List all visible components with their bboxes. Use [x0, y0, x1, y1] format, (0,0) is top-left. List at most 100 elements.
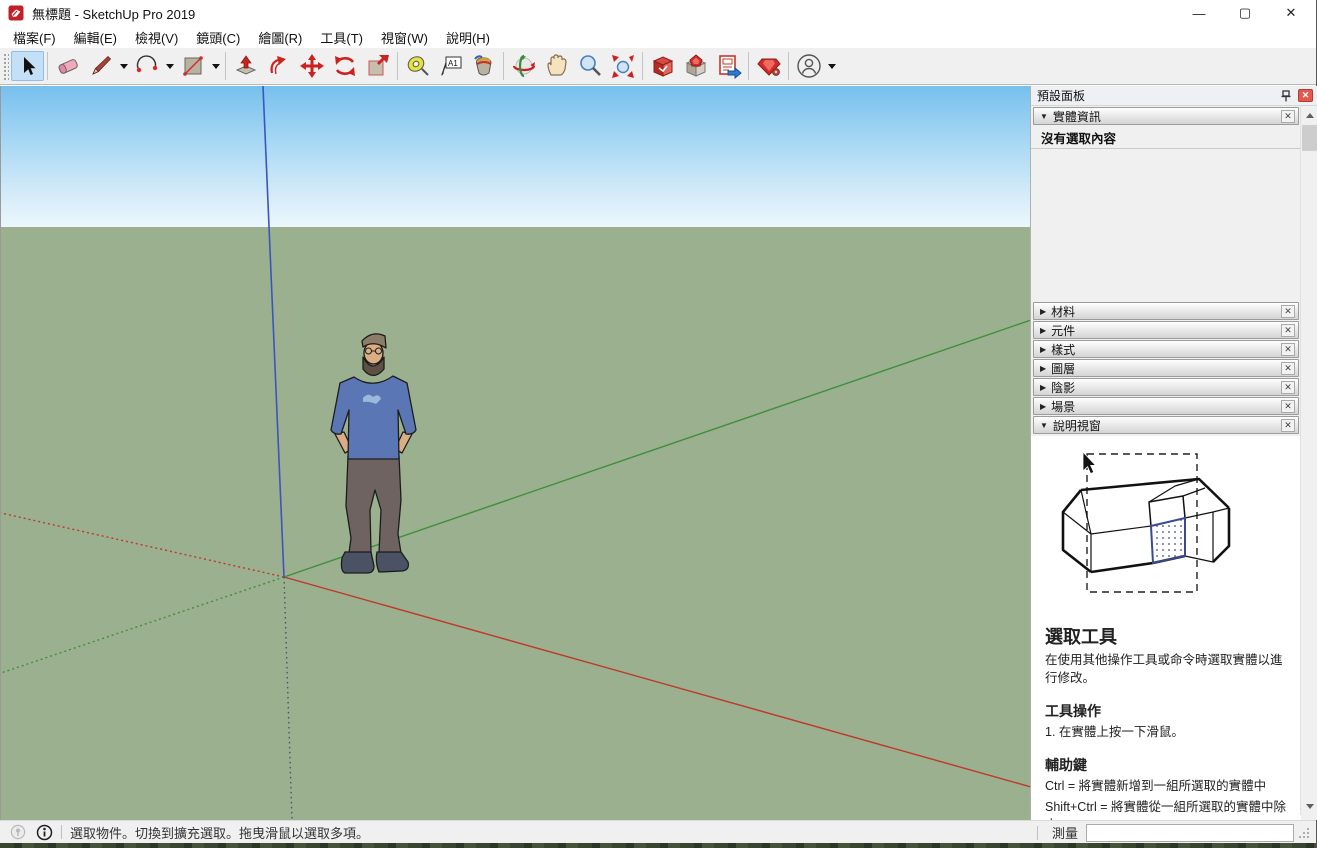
panel-layers[interactable]: ▶ 圖層 ✕ — [1033, 359, 1299, 377]
arc-icon — [135, 54, 159, 78]
default-tray: 預設面板 ✕ ▼ 實體資訊 ✕ 沒有選取內容 ▶ 材料 ✕ ▶ 元件 ✕ ▶ 樣… — [1030, 86, 1317, 820]
divider — [1031, 148, 1301, 149]
follow-me-icon — [266, 53, 292, 79]
minimize-button[interactable]: — — [1176, 0, 1222, 26]
follow-me-tool-button[interactable] — [262, 51, 295, 81]
collapse-arrow-icon: ▼ — [1040, 112, 1048, 121]
line-tool-dropdown[interactable] — [117, 51, 130, 81]
3d-warehouse-icon — [650, 53, 676, 79]
model-viewport[interactable] — [0, 86, 1030, 820]
scale-tool-button[interactable] — [361, 51, 394, 81]
panel-scenes-close-button[interactable]: ✕ — [1281, 400, 1295, 413]
menu-tools[interactable]: 工具(T) — [311, 26, 372, 49]
extension-manager-gem-icon — [756, 53, 782, 79]
user-account-button[interactable] — [792, 51, 825, 81]
pan-tool-button[interactable] — [540, 51, 573, 81]
resize-grip[interactable] — [1298, 827, 1310, 839]
scroll-up-button[interactable] — [1302, 107, 1317, 123]
panel-materials-close-button[interactable]: ✕ — [1281, 305, 1295, 318]
zoom-extents-tool-button[interactable] — [606, 51, 639, 81]
send-to-layout-icon — [716, 53, 742, 79]
tape-measure-tool-button[interactable] — [401, 51, 434, 81]
menu-help[interactable]: 說明(H) — [437, 26, 499, 49]
arc-tool-dropdown[interactable] — [163, 51, 176, 81]
menu-draw[interactable]: 繪圖(R) — [249, 26, 311, 49]
toolbar-drag-handle[interactable] — [2, 52, 9, 80]
eraser-icon — [56, 54, 80, 78]
panel-components[interactable]: ▶ 元件 ✕ — [1033, 321, 1299, 339]
instructor-header[interactable]: ▼ 說明視窗 ✕ — [1033, 416, 1299, 434]
scrollbar-thumb[interactable] — [1302, 125, 1317, 151]
measurements-input[interactable] — [1086, 824, 1294, 842]
rectangle-tool-button[interactable] — [176, 51, 209, 81]
rotate-tool-button[interactable] — [328, 51, 361, 81]
status-bar: 選取物件。切換到擴充選取。拖曳滑鼠以選取多項。 測量 — [0, 820, 1316, 843]
text-label-icon: A1 — [438, 53, 464, 79]
tray-close-button[interactable]: ✕ — [1298, 89, 1313, 102]
instructor-close-button[interactable]: ✕ — [1281, 419, 1295, 432]
scroll-down-button[interactable] — [1302, 798, 1317, 814]
pin-icon[interactable] — [1278, 88, 1294, 104]
expand-arrow-icon: ▶ — [1040, 402, 1046, 411]
paint-bucket-icon — [471, 53, 497, 79]
menu-camera[interactable]: 鏡頭(C) — [187, 26, 249, 49]
panel-styles-close-button[interactable]: ✕ — [1281, 343, 1295, 356]
zoom-extents-icon — [610, 53, 636, 79]
expand-arrow-icon: ▶ — [1040, 364, 1046, 373]
pan-hand-icon — [544, 53, 570, 79]
panel-shadows-close-button[interactable]: ✕ — [1281, 381, 1295, 394]
geolocation-icon[interactable] — [10, 824, 26, 840]
panel-materials[interactable]: ▶ 材料 ✕ — [1033, 302, 1299, 320]
panel-shadows[interactable]: ▶ 陰影 ✕ — [1033, 378, 1299, 396]
menu-file[interactable]: 檔案(F) — [4, 26, 65, 49]
expand-arrow-icon: ▶ — [1040, 383, 1046, 392]
entity-info-message: 沒有選取內容 — [1041, 128, 1116, 147]
maximize-button[interactable]: ▢ — [1222, 0, 1268, 26]
close-button[interactable]: ✕ — [1268, 0, 1314, 26]
zoom-tool-button[interactable] — [573, 51, 606, 81]
tray-title-bar[interactable]: 預設面板 ✕ — [1031, 86, 1317, 106]
get-models-button[interactable] — [679, 51, 712, 81]
select-arrow-icon — [17, 55, 39, 77]
collapse-arrow-icon: ▼ — [1040, 421, 1048, 430]
move-tool-button[interactable] — [295, 51, 328, 81]
menu-window[interactable]: 視窗(W) — [372, 26, 437, 49]
send-to-layout-button[interactable] — [712, 51, 745, 81]
entity-info-header[interactable]: ▼ 實體資訊 ✕ — [1033, 107, 1299, 125]
status-message: 選取物件。切換到擴充選取。拖曳滑鼠以選取多項。 — [70, 823, 369, 842]
move-icon — [299, 53, 325, 79]
entity-info-label: 實體資訊 — [1053, 108, 1281, 125]
panel-components-close-button[interactable]: ✕ — [1281, 324, 1295, 337]
person-figure — [331, 334, 416, 573]
entity-info-close-button[interactable]: ✕ — [1281, 110, 1295, 123]
select-tool-button[interactable] — [11, 51, 44, 81]
instructor-panel: 選取工具 在使用其他操作工具或命令時選取實體以進行修改。 工具操作 1. 在實體… — [1031, 436, 1301, 820]
panel-styles[interactable]: ▶ 樣式 ✕ — [1033, 340, 1299, 358]
tray-scrollbar[interactable] — [1300, 106, 1317, 815]
extension-manager-button[interactable] — [752, 51, 785, 81]
menu-edit[interactable]: 編輯(E) — [65, 26, 126, 49]
expand-arrow-icon: ▶ — [1040, 326, 1046, 335]
3d-warehouse-button[interactable] — [646, 51, 679, 81]
panel-layers-close-button[interactable]: ✕ — [1281, 362, 1295, 375]
orbit-tool-button[interactable] — [507, 51, 540, 81]
instructor-modifier-line1: Ctrl = 將實體新增到一組所選取的實體中 — [1045, 777, 1289, 795]
desktop-background-sliver — [0, 843, 1316, 848]
panel-scenes[interactable]: ▶ 場景 ✕ — [1033, 397, 1299, 415]
arc-tool-button[interactable] — [130, 51, 163, 81]
push-pull-tool-button[interactable] — [229, 51, 262, 81]
credits-info-icon[interactable] — [36, 824, 53, 841]
paint-bucket-tool-button[interactable] — [467, 51, 500, 81]
text-tool-button[interactable]: A1 — [434, 51, 467, 81]
drawing-axes — [1, 86, 1031, 820]
rectangle-tool-dropdown[interactable] — [209, 51, 222, 81]
line-tool-button[interactable] — [84, 51, 117, 81]
rotate-icon — [332, 53, 358, 79]
get-models-icon — [683, 53, 709, 79]
instructor-description: 在使用其他操作工具或命令時選取實體以進行修改。 — [1045, 651, 1283, 687]
menu-view[interactable]: 檢視(V) — [126, 26, 187, 49]
user-account-dropdown[interactable] — [825, 51, 838, 81]
instructor-modifier-heading: 輔助鍵 — [1045, 755, 1289, 775]
push-pull-icon — [233, 53, 259, 79]
eraser-tool-button[interactable] — [51, 51, 84, 81]
